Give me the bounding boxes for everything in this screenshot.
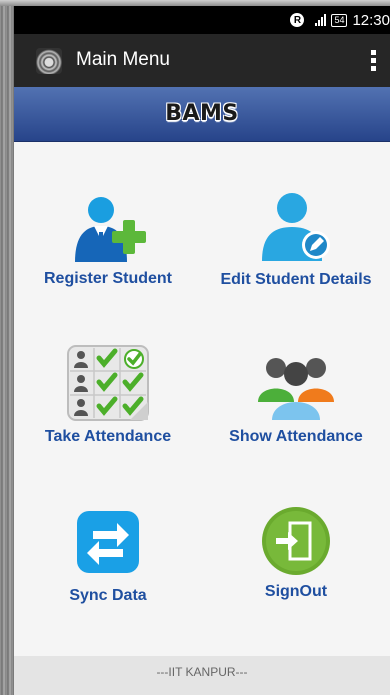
person-add-icon (75, 197, 146, 262)
battery-icon: 54 (331, 13, 348, 27)
sign-out-icon (262, 507, 330, 575)
device-bezel (0, 0, 14, 695)
take-attendance-label: Take Attendance (44, 428, 172, 445)
app-bar: Main Menu (14, 34, 390, 87)
show-attendance-label: Show Attendance (229, 428, 363, 445)
app-title: Main Menu (76, 49, 170, 70)
register-student-label: Register Student (43, 270, 172, 287)
sign-out-button[interactable]: SignOut (202, 505, 390, 601)
header-title: BAMS (165, 101, 239, 126)
footer-text: ---IIT KANPUR--- (156, 665, 248, 679)
take-attendance-button[interactable]: Take Attendance (14, 344, 202, 446)
header-bar: BAMS (14, 87, 390, 142)
phone-screen: R 54 12:30 Main Menu BAMS Register Stude… (14, 6, 390, 695)
sync-data-label: Sync Data (69, 587, 147, 604)
sync-data-button[interactable]: Sync Data (14, 509, 202, 605)
overflow-menu-icon[interactable] (371, 50, 376, 71)
person-edit-icon (262, 193, 330, 261)
show-attendance-button[interactable]: Show Attendance (202, 350, 390, 446)
footer: ---IIT KANPUR--- (14, 656, 390, 695)
sync-arrows-icon (77, 511, 139, 573)
fingerprint-logo-icon[interactable] (36, 48, 62, 74)
status-icons: R 54 12:30 (290, 11, 390, 29)
sign-out-label: SignOut (264, 583, 328, 600)
signal-icon (315, 14, 327, 26)
status-bar: R 54 12:30 (14, 6, 390, 34)
edit-student-details-label: Edit Student Details (220, 271, 372, 288)
status-time: 12:30 (352, 11, 390, 29)
attendance-checklist-icon (67, 345, 149, 421)
register-student-button[interactable]: Register Student (14, 196, 202, 288)
edit-student-details-button[interactable]: Edit Student Details (202, 191, 390, 289)
group-people-icon (258, 358, 334, 420)
roaming-icon: R (290, 13, 305, 27)
